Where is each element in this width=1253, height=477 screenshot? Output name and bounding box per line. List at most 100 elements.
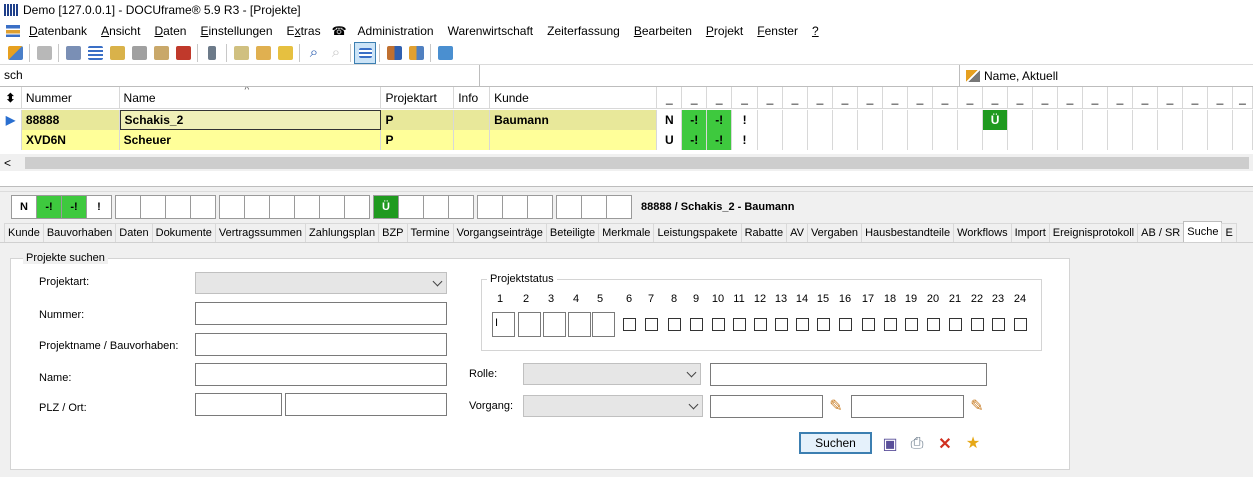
col-s2[interactable]: _ xyxy=(707,87,733,109)
nummer-input[interactable] xyxy=(195,302,447,325)
col-s1[interactable]: _ xyxy=(682,87,708,109)
status-input-1[interactable]: I xyxy=(492,312,515,337)
name-input[interactable] xyxy=(195,363,447,386)
tab-vertragssummen[interactable]: Vertragssummen xyxy=(214,223,307,242)
menu-administration[interactable]: Administration xyxy=(351,24,441,38)
tab-ab-sr[interactable]: AB / SR xyxy=(1137,223,1185,242)
delete-icon[interactable]: ✕ xyxy=(935,434,955,454)
col-status-extra[interactable]: _ xyxy=(783,87,809,109)
col-name[interactable]: Name ^ xyxy=(119,87,382,109)
menu-warenwirtschaft[interactable]: Warenwirtschaft xyxy=(441,24,541,38)
status-input-2[interactable] xyxy=(518,312,541,337)
col-status-extra[interactable]: _ xyxy=(1233,87,1253,109)
tab-hausbestandteile[interactable]: Hausbestandteile xyxy=(861,223,955,242)
vorgang-to-input[interactable] xyxy=(851,395,964,418)
search-disabled-icon[interactable]: ⌕ xyxy=(325,42,347,64)
menu-app-icon[interactable] xyxy=(6,24,20,37)
table-row[interactable]: ▶ 88888 Schakis_2 P Baumann N -! -! ! Ü xyxy=(0,110,1253,130)
menu-datenbank[interactable]: Datenbank xyxy=(22,24,94,38)
tab-suche[interactable]: Suche xyxy=(1183,221,1223,242)
status-checkbox-20[interactable] xyxy=(927,318,940,331)
notes-icon[interactable] xyxy=(230,42,252,64)
contact-card-icon[interactable] xyxy=(62,42,84,64)
status-checkbox-6[interactable] xyxy=(623,318,636,331)
tab-vergaben[interactable]: Vergaben xyxy=(806,223,863,242)
tab-termine[interactable]: Termine xyxy=(406,223,454,242)
search-button[interactable]: Suchen xyxy=(799,432,872,454)
col-status-extra[interactable]: _ xyxy=(758,87,784,109)
envelope-icon[interactable] xyxy=(252,42,274,64)
table-row[interactable]: XVD6N Scheuer P U -! -! ! xyxy=(0,130,1253,150)
tab-daten[interactable]: Daten xyxy=(115,223,153,242)
calendar-icon[interactable] xyxy=(172,42,194,64)
tab-kunde[interactable]: Kunde xyxy=(4,223,44,242)
tab-vorgangseinträge[interactable]: Vorgangseinträge xyxy=(452,223,547,242)
col-status-extra[interactable]: _ xyxy=(1108,87,1134,109)
tab-workflows[interactable]: Workflows xyxy=(953,223,1012,242)
col-status-extra[interactable]: _ xyxy=(1158,87,1184,109)
export-icon[interactable] xyxy=(434,42,456,64)
ort-input[interactable] xyxy=(285,393,447,416)
rolle-select[interactable] xyxy=(523,363,701,385)
status-checkbox-14[interactable] xyxy=(796,318,809,331)
new-project-icon[interactable] xyxy=(4,42,26,64)
status-checkbox-10[interactable] xyxy=(712,318,725,331)
vorgang-select[interactable] xyxy=(523,395,703,417)
status-checkbox-17[interactable] xyxy=(862,318,875,331)
menu-admin-icon[interactable]: ☎ xyxy=(328,24,351,38)
col-status-extra[interactable]: _ xyxy=(1208,87,1234,109)
status-input-3[interactable] xyxy=(543,312,566,337)
status-checkbox-22[interactable] xyxy=(971,318,984,331)
vorgang-from-input[interactable] xyxy=(710,395,823,418)
status-checkbox-24[interactable] xyxy=(1014,318,1027,331)
menu-projekt[interactable]: Projekt xyxy=(699,24,750,38)
pencil-icon[interactable]: ✎ xyxy=(967,396,987,416)
row-name[interactable]: Scheuer xyxy=(120,130,382,150)
filter-selector[interactable]: Name, Aktuell xyxy=(960,65,1253,86)
col-status[interactable]: _ xyxy=(657,87,683,109)
scroll-left-icon[interactable]: < xyxy=(4,156,11,170)
status-checkbox-13[interactable] xyxy=(775,318,788,331)
status-checkbox-19[interactable] xyxy=(905,318,918,331)
col-status-extra[interactable]: _ xyxy=(1183,87,1209,109)
mail-icon[interactable] xyxy=(150,42,172,64)
col-kunde[interactable]: Kunde xyxy=(490,87,658,109)
tab-import[interactable]: Import xyxy=(1010,223,1050,242)
scroll-thumb[interactable] xyxy=(25,156,1249,169)
col-status-extra[interactable]: _ xyxy=(883,87,909,109)
favorite-star-icon[interactable]: ★ xyxy=(963,433,983,453)
col-status-extra[interactable]: _ xyxy=(1008,87,1034,109)
phone-icon[interactable] xyxy=(201,42,223,64)
status-checkbox-9[interactable] xyxy=(690,318,703,331)
status-input-4[interactable] xyxy=(568,312,591,337)
col-status-extra[interactable]: _ xyxy=(858,87,884,109)
status-checkbox-18[interactable] xyxy=(884,318,897,331)
status-checkbox-7[interactable] xyxy=(645,318,658,331)
col-status-extra[interactable]: _ xyxy=(1083,87,1109,109)
tab-av[interactable]: AV xyxy=(786,223,808,242)
tab-merkmale[interactable]: Merkmale xyxy=(598,223,655,242)
menu-extras[interactable]: Extras xyxy=(280,24,328,38)
col-status-extra[interactable]: _ xyxy=(908,87,934,109)
col-projektart[interactable]: Projektart xyxy=(381,87,455,109)
save-icon[interactable]: ▣ xyxy=(880,434,900,454)
form-view-icon[interactable] xyxy=(354,41,376,64)
plz-input[interactable] xyxy=(195,393,282,416)
print-icon[interactable] xyxy=(33,42,55,64)
menu-zeiterfassung[interactable]: Zeiterfassung xyxy=(540,24,627,38)
projektname-input[interactable] xyxy=(195,333,447,356)
col-status-extra[interactable]: _ xyxy=(808,87,834,109)
pencil-icon[interactable]: ✎ xyxy=(826,396,846,416)
menu-daten[interactable]: Daten xyxy=(147,24,193,38)
status-checkbox-16[interactable] xyxy=(839,318,852,331)
search-icon[interactable]: ⌕ xyxy=(303,42,325,64)
tab-bauvorhaben[interactable]: Bauvorhaben xyxy=(42,223,117,242)
col-status-extra[interactable]: _ xyxy=(833,87,859,109)
status-checkbox-11[interactable] xyxy=(733,318,746,331)
tab-zahlungsplan[interactable]: Zahlungsplan xyxy=(305,223,380,242)
status-checkbox-23[interactable] xyxy=(992,318,1005,331)
tab-e[interactable]: E xyxy=(1221,223,1237,242)
list-icon[interactable] xyxy=(84,42,106,64)
col-nummer[interactable]: Nummer xyxy=(21,87,120,109)
tab-dokumente[interactable]: Dokumente xyxy=(151,223,216,242)
